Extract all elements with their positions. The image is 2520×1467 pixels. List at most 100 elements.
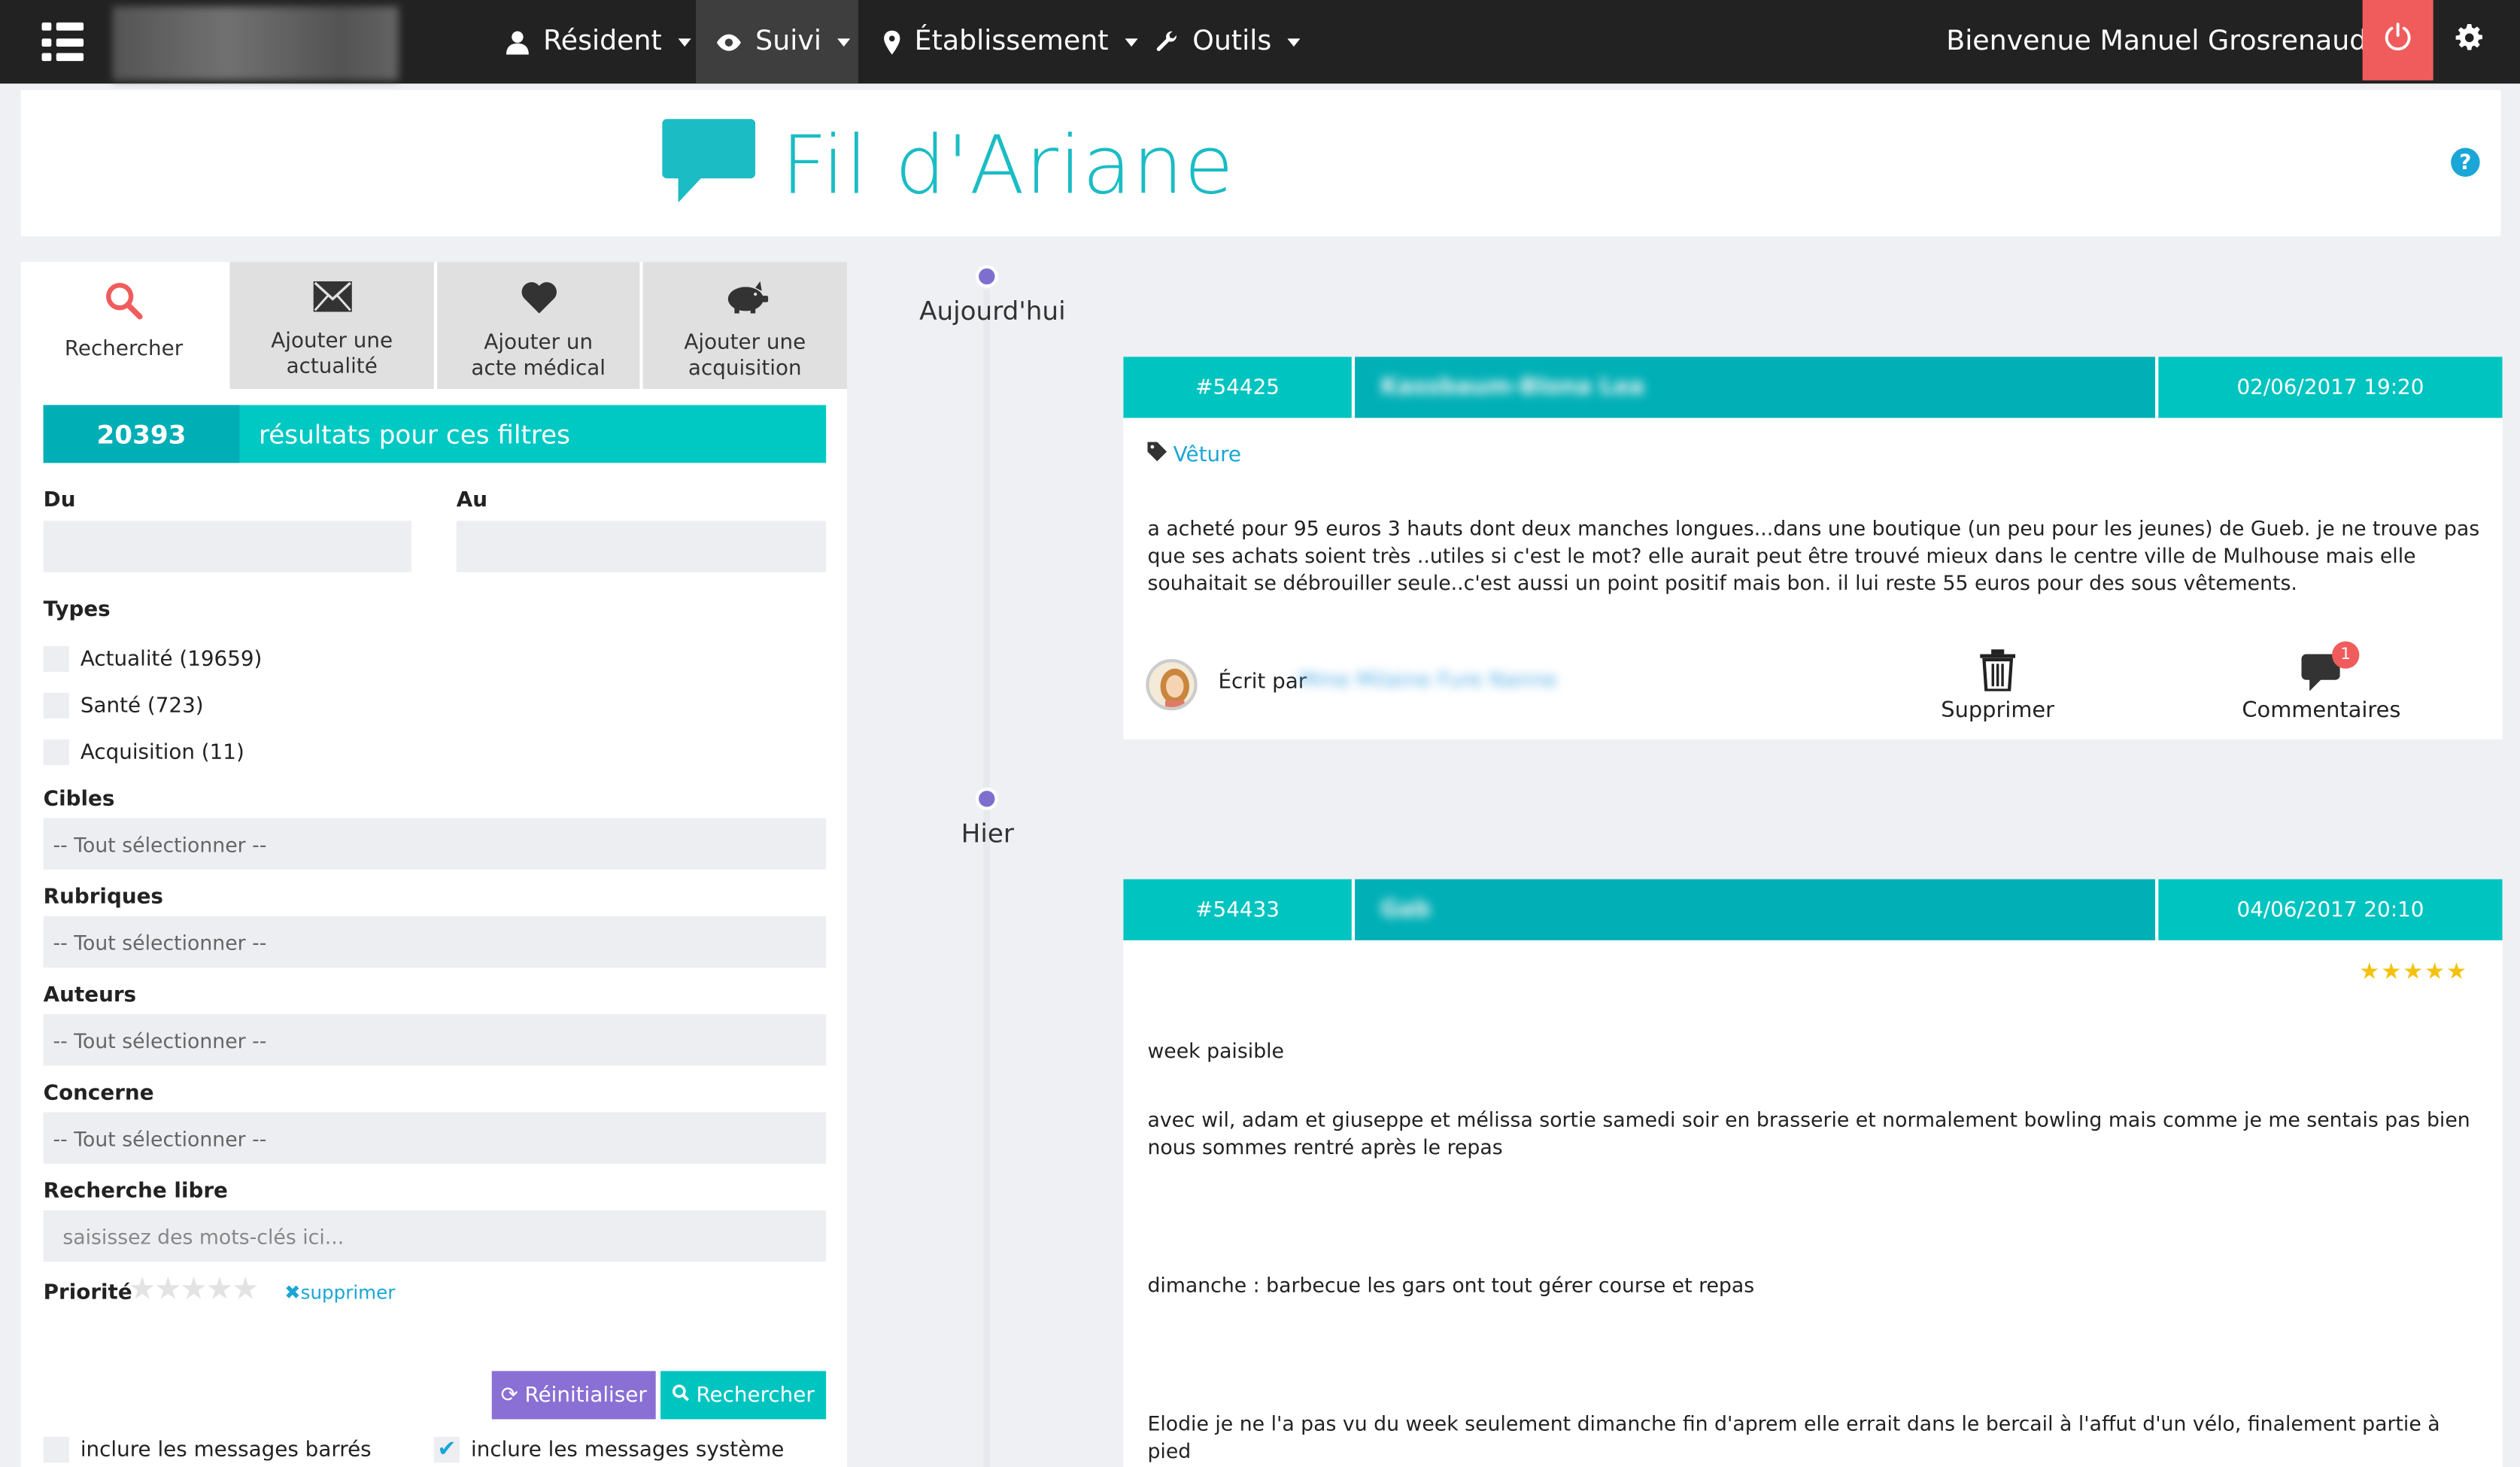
tab-ajouter-actualite[interactable]: Ajouter une actualité (229, 262, 434, 390)
wrench-icon (1155, 31, 1178, 53)
tab-ajouter-acquisition[interactable]: Ajouter une acquisition (642, 262, 847, 390)
user-menu[interactable]: Bienvenue Manuel Grosrenaud (1926, 0, 2417, 84)
keyword-search-input[interactable]: saisissez des mots-clés ici... (43, 1210, 827, 1262)
piggy-bank-icon (722, 281, 768, 321)
post-card (1123, 879, 2503, 1467)
trash-icon (1929, 649, 2067, 693)
include-barres-label: inclure les messages barrés (80, 1438, 372, 1463)
post-id[interactable]: #54425 (1123, 357, 1352, 418)
du-label: Du (43, 488, 76, 513)
help-icon[interactable]: ? (2451, 147, 2480, 178)
menu-icon[interactable] (41, 22, 84, 62)
type-acquisition-checkbox[interactable] (43, 739, 69, 765)
priorite-label: Priorité (43, 1280, 132, 1305)
concerne-select[interactable]: -- Tout sélectionner -- (43, 1112, 827, 1164)
rubriques-select[interactable]: -- Tout sélectionner -- (43, 916, 827, 968)
priority-clear-link[interactable]: ✖supprimer (284, 1281, 395, 1304)
post-date: 02/06/2017 19:20 (2158, 357, 2503, 418)
post-resident-name[interactable]: Kassbaum-Blona Lea (1355, 357, 2156, 418)
cibles-select[interactable]: -- Tout sélectionner -- (43, 818, 827, 870)
auteurs-label: Auteurs (43, 983, 137, 1008)
chevron-down-icon (837, 38, 851, 46)
page-title: Fil d'Ariane (781, 119, 1234, 213)
post-id[interactable]: #54433 (1123, 879, 1352, 940)
types-label: Types (43, 597, 111, 622)
post-date: 04/06/2017 20:10 (2158, 879, 2503, 940)
concerne-label: Concerne (43, 1081, 154, 1106)
settings-button[interactable] (2440, 0, 2497, 80)
nav-etablissement-label: Établissement (914, 26, 1109, 58)
gear-icon (2455, 23, 2482, 57)
timeline-dot (975, 787, 998, 810)
nav-outils-label: Outils (1192, 26, 1272, 58)
priority-clear-label: supprimer (300, 1280, 396, 1304)
comments-count-badge: 1 (2332, 641, 2360, 669)
nav-suivi-label: Suivi (755, 26, 821, 58)
post-paragraph: dimanche : barbecue les gars ont tout gé… (1147, 1273, 1755, 1298)
post-paragraph: avec wil, adam et giuseppe et mélissa so… (1147, 1107, 2470, 1159)
search-icon (672, 1383, 690, 1407)
post-author[interactable]: Mme Milaine Fure Nanne (1298, 669, 1556, 693)
type-sante-checkbox[interactable] (43, 692, 69, 719)
welcome-text: Bienvenue Manuel Grosrenaud (1946, 26, 2367, 58)
comment-icon: 1 (2242, 641, 2399, 693)
power-icon (2383, 23, 2412, 58)
comment-icon (662, 119, 756, 209)
nav-outils[interactable]: Outils (1134, 0, 1321, 84)
post-body: a acheté pour 95 euros 3 hauts dont deux… (1147, 515, 2480, 595)
search-button[interactable]: Rechercher (660, 1371, 827, 1420)
rubriques-label: Rubriques (43, 885, 163, 910)
user-icon (506, 30, 529, 54)
tab-ajouter-acquisition-label: Ajouter une acquisition (684, 331, 806, 381)
post-resident-name-text: Gab (1380, 897, 1431, 923)
chevron-down-icon (1287, 38, 1301, 46)
logout-button[interactable] (2362, 0, 2433, 80)
comments-button-label: Commentaires (2242, 697, 2401, 724)
post-paragraph: week paisible (1147, 1038, 1284, 1063)
include-systeme-checkbox[interactable]: ✔ (433, 1437, 460, 1463)
type-acquisition-label: Acquisition (11) (80, 740, 244, 765)
date-from-field[interactable] (43, 521, 411, 573)
page-header (20, 90, 2501, 237)
nav-etablissement[interactable]: Établissement (863, 0, 1158, 84)
tab-ajouter-actualite-label: Ajouter une actualité (271, 329, 393, 380)
nav-resident[interactable]: Résident (485, 0, 712, 84)
delete-button-label: Supprimer (1941, 697, 2055, 724)
post-tag[interactable]: Vêture (1147, 442, 1241, 468)
tab-rechercher-label: Rechercher (64, 337, 184, 362)
results-count: 20393 (43, 405, 240, 463)
priority-stars[interactable]: ★★★★★ (129, 1271, 259, 1307)
post-tag-label: Vêture (1173, 442, 1241, 467)
tab-ajouter-acte-medical-label: Ajouter un acte médical (471, 331, 606, 381)
eye-icon (716, 33, 741, 51)
auteurs-select[interactable]: -- Tout sélectionner -- (43, 1014, 827, 1066)
nav-suivi[interactable]: Suivi (696, 0, 858, 84)
reset-button[interactable]: ⟳ Réinitialiser (491, 1371, 656, 1420)
tag-icon (1147, 442, 1167, 468)
delete-button[interactable]: Supprimer (1929, 649, 2067, 723)
cibles-label: Cibles (43, 787, 115, 812)
timeline-today-label: Aujourd'hui (919, 296, 1066, 327)
heart-icon (520, 281, 557, 321)
results-label: résultats pour ces filtres (258, 418, 570, 450)
type-sante-label: Santé (723) (80, 694, 204, 719)
envelope-icon (312, 281, 351, 320)
timeline-dot (975, 265, 998, 288)
search-icon (105, 281, 143, 328)
timeline-yesterday-label: Hier (961, 818, 1014, 849)
app-logo[interactable] (112, 6, 399, 80)
tab-rechercher[interactable]: Rechercher (20, 262, 227, 390)
post-resident-name[interactable]: Gab (1355, 879, 2156, 940)
comments-button[interactable]: 1 Commentaires (2242, 641, 2401, 724)
map-marker-icon (884, 29, 900, 54)
nav-resident-label: Résident (543, 26, 662, 58)
avatar (1146, 658, 1198, 711)
include-barres-checkbox[interactable] (43, 1437, 69, 1463)
date-to-field[interactable] (456, 521, 827, 573)
tab-ajouter-acte-medical[interactable]: Ajouter un acte médical (437, 262, 640, 390)
type-actualite-checkbox[interactable] (43, 645, 69, 673)
reset-button-label: Réinitialiser (524, 1383, 647, 1408)
type-actualite-label: Actualité (19659) (80, 648, 263, 673)
recherche-libre-label: Recherche libre (43, 1180, 228, 1204)
post-rating-stars: ★★★★★ (2359, 959, 2469, 986)
